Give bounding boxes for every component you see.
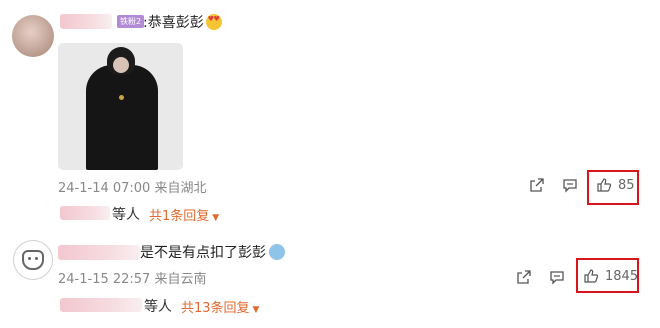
comment-timestamp: 24-1-15 22:57 来自云南 bbox=[58, 272, 207, 287]
view-replies-link[interactable]: 共13条回复 ▼ bbox=[181, 297, 259, 316]
reply-users-suffix: 等人 bbox=[144, 299, 172, 315]
comment-icon[interactable] bbox=[549, 269, 565, 285]
thumbs-up-icon[interactable] bbox=[596, 177, 612, 193]
like-count: 85 bbox=[618, 178, 635, 193]
user-avatar[interactable] bbox=[12, 15, 54, 57]
share-icon[interactable] bbox=[529, 177, 545, 193]
thumbs-up-icon[interactable] bbox=[583, 268, 599, 284]
heart-eyes-emoji-icon bbox=[205, 14, 222, 30]
redacted-username bbox=[58, 245, 140, 260]
comment-icon[interactable] bbox=[562, 177, 578, 193]
redacted-reply-users bbox=[60, 298, 142, 312]
comment-text: :恭喜彭彭 bbox=[143, 12, 222, 32]
redacted-username bbox=[60, 14, 112, 29]
fan-badge: 铁粉2 bbox=[117, 15, 145, 28]
reply-users-suffix: 等人 bbox=[112, 207, 140, 223]
caret-down-icon: ▼ bbox=[252, 305, 260, 315]
comment-image[interactable] bbox=[58, 43, 183, 170]
caret-down-icon: ▼ bbox=[212, 213, 220, 223]
view-replies-link[interactable]: 共1条回复 ▼ bbox=[149, 205, 219, 224]
redacted-reply-users bbox=[60, 206, 110, 220]
like-count: 1845 bbox=[605, 269, 639, 284]
comment-timestamp: 24-1-14 07:00 来自湖北 bbox=[58, 181, 207, 196]
comment-text: 是不是有点扣了彭彭 bbox=[140, 242, 285, 262]
crying-emoji-icon bbox=[269, 244, 285, 260]
share-icon[interactable] bbox=[516, 269, 532, 285]
user-avatar[interactable] bbox=[13, 240, 53, 280]
